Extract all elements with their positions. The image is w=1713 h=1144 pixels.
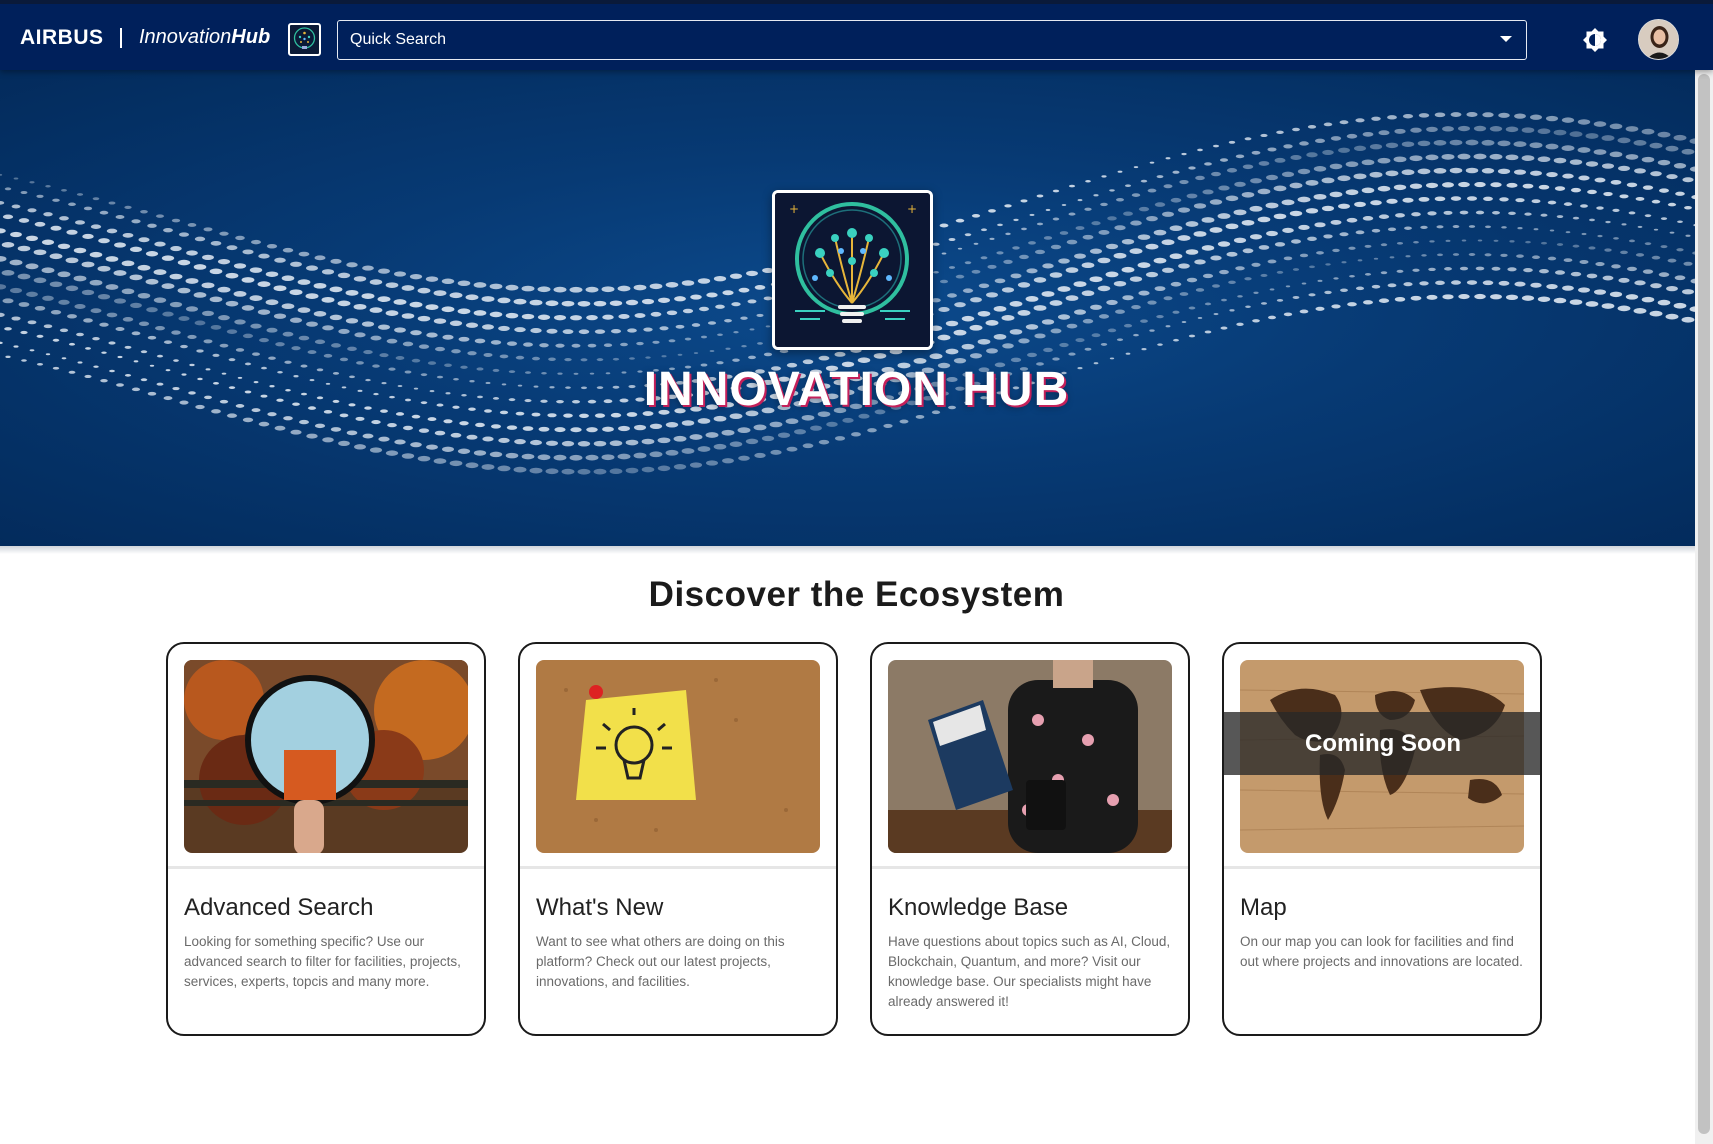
user-avatar[interactable] — [1638, 19, 1679, 60]
card-map[interactable]: Coming Soon Map On our map you can look … — [1222, 642, 1542, 1036]
chevron-down-icon[interactable] — [1500, 36, 1512, 42]
card-divider — [872, 866, 1188, 869]
section-title: Discover the Ecosystem — [648, 575, 1065, 614]
app-root: AIRBUS InnovationHub Quick Search + + IN… — [0, 0, 1713, 1144]
scrollbar-thumb[interactable] — [1698, 74, 1710, 1134]
card-divider — [168, 866, 484, 869]
lightbulb-network-icon: + + — [772, 190, 933, 350]
hero-title: INNOVATION HUB — [643, 363, 1070, 416]
card-title[interactable]: Advanced Search — [184, 894, 373, 922]
card-description: Have questions about topics such as AI, … — [888, 934, 1171, 1009]
card-description: On our map you can look for facilities a… — [1240, 934, 1523, 969]
hero-bottom-divider — [0, 546, 1713, 554]
sticky-note-lightbulb-photo — [536, 660, 820, 853]
card-title[interactable]: Knowledge Base — [888, 894, 1068, 922]
card-divider — [1224, 866, 1540, 869]
svg-text:+: + — [907, 202, 917, 216]
brand-divider — [120, 28, 122, 48]
card-title[interactable]: What's New — [536, 894, 663, 922]
magnifying-glass-autumn-photo — [184, 660, 468, 853]
card-title[interactable]: Map — [1240, 894, 1287, 922]
top-bar: AIRBUS InnovationHub — [0, 0, 1713, 70]
hero-banner: + + INNOVATION HUB — [0, 70, 1713, 546]
airbus-logo[interactable]: AIRBUS — [20, 26, 104, 50]
coming-soon-banner: Coming Soon — [1224, 712, 1540, 775]
card-knowledge-base[interactable]: Knowledge Base Have questions about topi… — [870, 642, 1190, 1036]
card-description: Want to see what others are doing on thi… — [536, 934, 785, 989]
quick-search-input[interactable] — [350, 31, 1470, 49]
svg-text:+: + — [789, 202, 799, 216]
card-whats-new[interactable]: What's New Want to see what others are d… — [518, 642, 838, 1036]
expert-reading-photo — [888, 660, 1172, 853]
card-divider — [520, 866, 836, 869]
app-name-part-a: Innovation — [139, 26, 232, 48]
innovation-hub-mini-logo-icon[interactable] — [288, 23, 321, 56]
quick-search-dropdown[interactable] — [337, 20, 1527, 60]
brightness-icon[interactable] — [1581, 26, 1609, 54]
app-name-part-b: Hub — [231, 26, 271, 48]
card-description: Looking for something specific? Use our … — [184, 934, 461, 989]
card-advanced-search[interactable]: Advanced Search Looking for something sp… — [166, 642, 486, 1036]
app-name[interactable]: InnovationHub — [139, 26, 270, 49]
